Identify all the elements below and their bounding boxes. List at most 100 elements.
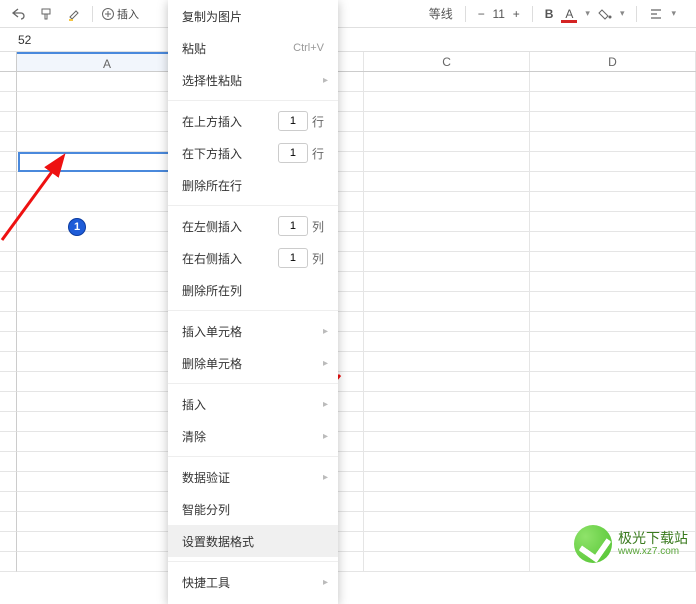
cell[interactable] [530,152,696,172]
row-header[interactable] [0,232,17,252]
row-header[interactable] [0,152,17,172]
row-header[interactable] [0,212,17,232]
menu-data-validation[interactable]: 数据验证▸ [168,461,338,493]
cell[interactable] [530,392,696,412]
chevron-down-icon[interactable]: ▾ [671,8,676,19]
chevron-down-icon[interactable]: ▾ [585,8,590,19]
row-header[interactable] [0,192,17,212]
row-header[interactable] [0,132,17,152]
cell[interactable] [364,372,530,392]
chevron-down-icon[interactable]: ▾ [620,8,625,19]
column-header-C[interactable]: C [364,52,530,71]
row-header[interactable] [0,412,17,432]
cell[interactable] [364,352,530,372]
row-header[interactable] [0,552,17,572]
menu-delete-cells[interactable]: 删除单元格▸ [168,347,338,379]
row-header[interactable] [0,312,17,332]
row-header[interactable] [0,472,17,492]
cell[interactable] [530,252,696,272]
cell[interactable] [530,232,696,252]
cell[interactable] [364,212,530,232]
cell[interactable] [364,472,530,492]
menu-smart-split[interactable]: 智能分列 [168,493,338,525]
menu-paste-special[interactable]: 选择性粘贴▸ [168,64,338,96]
menu-insert-row-above[interactable]: 在上方插入行 [168,105,338,137]
cell[interactable] [530,172,696,192]
cell[interactable] [530,92,696,112]
cell[interactable] [364,292,530,312]
formula-bar[interactable]: 52 [0,28,696,52]
column-header-D[interactable]: D [530,52,696,71]
cell[interactable] [364,512,530,532]
increase-font-icon[interactable]: + [513,7,520,21]
cell[interactable] [364,412,530,432]
cell[interactable] [530,272,696,292]
cell[interactable] [530,192,696,212]
cell[interactable] [364,312,530,332]
decrease-font-icon[interactable]: − [478,7,485,21]
cell[interactable] [364,392,530,412]
cell[interactable] [530,452,696,472]
cell[interactable] [530,212,696,232]
cell[interactable] [364,552,530,572]
cell[interactable] [364,492,530,512]
spreadsheet-grid[interactable]: A C D [0,52,696,569]
cell[interactable] [530,412,696,432]
cell[interactable] [364,152,530,172]
row-header[interactable] [0,292,17,312]
cell[interactable] [530,72,696,92]
row-count-input[interactable] [278,111,308,131]
cell[interactable] [530,112,696,132]
cell[interactable] [364,192,530,212]
line-style-dropdown[interactable]: 等线 [429,5,453,22]
cell[interactable] [364,252,530,272]
menu-quick-tools[interactable]: 快捷工具▸ [168,566,338,598]
cell[interactable] [530,432,696,452]
font-color-button[interactable]: A [561,7,577,21]
font-size-stepper[interactable]: − 11 + [478,7,520,21]
cell[interactable] [364,92,530,112]
row-header[interactable] [0,512,17,532]
cell[interactable] [364,132,530,152]
align-button[interactable] [649,7,663,21]
cell[interactable] [364,172,530,192]
cell[interactable] [530,292,696,312]
menu-paste[interactable]: 粘贴Ctrl+V [168,32,338,64]
menu-delete-col[interactable]: 删除所在列 [168,274,338,306]
row-header[interactable] [0,352,17,372]
fill-color-button[interactable] [598,7,612,21]
row-header[interactable] [0,332,17,352]
cell[interactable] [364,232,530,252]
row-header[interactable] [0,372,17,392]
menu-insert-col-right[interactable]: 在右侧插入列 [168,242,338,274]
cell[interactable] [530,492,696,512]
row-header[interactable] [0,272,17,292]
menu-insert-row-below[interactable]: 在下方插入行 [168,137,338,169]
cell[interactable] [530,352,696,372]
cell[interactable] [364,72,530,92]
bold-button[interactable]: B [545,7,554,21]
cell[interactable] [530,332,696,352]
menu-delete-row[interactable]: 删除所在行 [168,169,338,201]
undo-icon[interactable] [6,2,30,26]
menu-clear[interactable]: 清除▸ [168,420,338,452]
menu-insert-col-left[interactable]: 在左侧插入列 [168,210,338,242]
row-header[interactable] [0,172,17,192]
row-header[interactable] [0,492,17,512]
cell[interactable] [364,332,530,352]
cell[interactable] [364,272,530,292]
row-header[interactable] [0,112,17,132]
row-header[interactable] [0,432,17,452]
row-header[interactable] [0,252,17,272]
menu-insert[interactable]: 插入▸ [168,388,338,420]
cell[interactable] [530,312,696,332]
col-count-input[interactable] [278,216,308,236]
select-all-corner[interactable] [0,52,17,71]
format-painter-icon[interactable] [34,2,58,26]
cell[interactable] [530,472,696,492]
row-header[interactable] [0,72,17,92]
cell[interactable] [530,372,696,392]
highlight-icon[interactable] [62,2,86,26]
cell[interactable] [364,452,530,472]
menu-insert-cells[interactable]: 插入单元格▸ [168,315,338,347]
